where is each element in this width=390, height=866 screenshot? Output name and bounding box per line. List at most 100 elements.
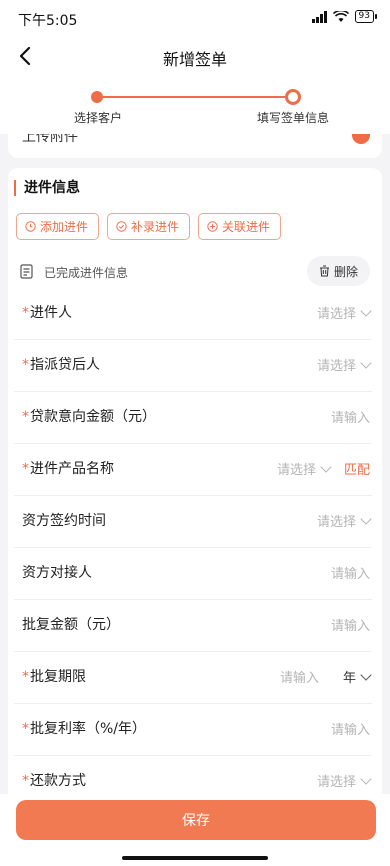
chevron-down-icon bbox=[360, 668, 372, 681]
field-label-text: 资方签约时间 bbox=[22, 513, 106, 529]
field-label: *还款方式 bbox=[22, 770, 86, 790]
completed-info-text: 已完成进件信息 bbox=[44, 266, 129, 280]
required-mark: * bbox=[22, 461, 29, 477]
signal-icon bbox=[311, 10, 327, 23]
required-mark: * bbox=[22, 409, 29, 425]
field-label: *批复利率（%/年） bbox=[22, 718, 146, 738]
field-label-text: 指派贷后人 bbox=[30, 357, 100, 373]
field-assigned-post-loan[interactable]: *指派贷后人 请选择 bbox=[14, 340, 372, 392]
field-value[interactable]: 请选择 bbox=[316, 303, 372, 322]
field-placeholder: 请输入 bbox=[330, 411, 370, 426]
battery-icon: 93 bbox=[354, 10, 378, 23]
trash-icon bbox=[319, 265, 329, 277]
field-label: 资方对接人 bbox=[22, 562, 92, 582]
footer-bar: 保存 bbox=[0, 794, 390, 866]
required-mark: * bbox=[22, 305, 29, 321]
field-applicant[interactable]: *进件人 请选择 bbox=[14, 288, 372, 340]
plus-circle-icon bbox=[207, 221, 218, 232]
field-value[interactable]: 请选择 bbox=[316, 511, 372, 530]
field-value[interactable]: 请选择 bbox=[316, 771, 372, 790]
field-label: *指派贷后人 bbox=[22, 354, 100, 374]
field-label: *批复期限 bbox=[22, 666, 86, 686]
field-placeholder: 请输入 bbox=[330, 619, 370, 634]
chevron-down-icon bbox=[360, 772, 372, 785]
required-mark: * bbox=[22, 357, 29, 373]
status-icons: 93 bbox=[311, 10, 378, 23]
field-value[interactable]: 请选择 bbox=[316, 355, 372, 374]
step-progress: 选择客户 填写签单信息 bbox=[0, 76, 390, 134]
home-indicator bbox=[122, 856, 268, 860]
supplement-application-label: 补录进件 bbox=[131, 220, 180, 234]
field-placeholder: 请选择 bbox=[316, 515, 356, 530]
status-time: 下午5:05 bbox=[18, 13, 78, 29]
required-mark: * bbox=[22, 773, 29, 789]
field-label-text: 还款方式 bbox=[30, 773, 86, 789]
link-application-button[interactable]: 关联进件 bbox=[198, 213, 282, 240]
previous-section-label: 上传附件 bbox=[22, 134, 78, 145]
chevron-down-icon bbox=[360, 512, 372, 525]
chevron-down-icon bbox=[320, 460, 332, 473]
step-2-dot bbox=[285, 89, 301, 105]
field-label-text: 资方对接人 bbox=[22, 565, 92, 581]
field-placeholder: 请选择 bbox=[276, 463, 316, 478]
step-2-label: 填写签单信息 bbox=[256, 111, 329, 125]
field-approved-term[interactable]: *批复期限 请输入 年 bbox=[14, 652, 372, 704]
step-1-dot bbox=[91, 91, 103, 103]
field-label-text: 贷款意向金额（元） bbox=[30, 409, 156, 425]
field-label: *贷款意向金额（元） bbox=[22, 406, 156, 426]
field-value[interactable]: 请输入 bbox=[331, 615, 370, 634]
field-placeholder: 请输入 bbox=[279, 671, 319, 686]
required-mark: * bbox=[22, 669, 29, 685]
completed-info-row: 已完成进件信息 删除 bbox=[20, 256, 370, 288]
wifi-icon bbox=[332, 10, 349, 22]
field-label: 批复金额（元） bbox=[22, 614, 120, 634]
application-info-card: 进件信息 添加进件 补录进件 关联进件 已完成进件信息 删除 *进件人 请选择 … bbox=[8, 168, 382, 808]
link-application-label: 关联进件 bbox=[222, 220, 271, 234]
field-funder-contact[interactable]: 资方对接人 请输入 bbox=[14, 548, 372, 600]
field-funder-sign-time[interactable]: 资方签约时间 请选择 bbox=[14, 496, 372, 548]
field-label: *进件人 bbox=[22, 302, 72, 322]
page-title: 新增签单 bbox=[162, 50, 227, 69]
action-button-row: 添加进件 补录进件 关联进件 bbox=[16, 213, 282, 240]
step-connector bbox=[97, 96, 293, 98]
field-label-text: 批复利率（%/年） bbox=[30, 721, 147, 737]
required-mark: * bbox=[22, 721, 29, 737]
nav-bar: 新增签单 bbox=[0, 36, 390, 76]
field-placeholder: 请输入 bbox=[330, 567, 370, 582]
field-value[interactable]: 请选择 匹配 bbox=[277, 459, 370, 478]
field-value[interactable]: 请输入 bbox=[331, 407, 370, 426]
chevron-down-icon bbox=[360, 304, 372, 317]
section-title: 进件信息 bbox=[14, 180, 80, 196]
field-value[interactable]: 请输入 bbox=[331, 563, 370, 582]
delete-button[interactable]: 删除 bbox=[306, 256, 370, 286]
field-loan-amount[interactable]: *贷款意向金额（元） 请输入 bbox=[14, 392, 372, 444]
field-product-name[interactable]: *进件产品名称 请选择 匹配 bbox=[14, 444, 372, 496]
field-value[interactable]: 请输入 年 bbox=[279, 667, 372, 686]
field-label-text: 进件人 bbox=[30, 305, 72, 321]
field-label-text: 批复期限 bbox=[30, 669, 86, 685]
save-button[interactable]: 保存 bbox=[16, 800, 376, 840]
add-application-button[interactable]: 添加进件 bbox=[16, 213, 100, 240]
chevron-down-icon bbox=[360, 356, 372, 369]
field-placeholder: 请选择 bbox=[316, 307, 356, 322]
field-approved-rate[interactable]: *批复利率（%/年） 请输入 bbox=[14, 704, 372, 756]
field-label: 资方签约时间 bbox=[22, 510, 106, 530]
field-approved-amount[interactable]: 批复金额（元） 请输入 bbox=[14, 600, 372, 652]
match-button[interactable]: 匹配 bbox=[344, 459, 370, 478]
status-bar: 下午5:05 93 bbox=[0, 0, 390, 36]
previous-section-card: 上传附件 bbox=[8, 134, 382, 158]
field-label-text: 进件产品名称 bbox=[30, 461, 114, 477]
clock-icon bbox=[25, 221, 36, 232]
term-unit-select[interactable]: 年 bbox=[343, 667, 356, 686]
field-placeholder: 请输入 bbox=[330, 723, 370, 738]
supplement-application-button[interactable]: 补录进件 bbox=[107, 213, 191, 240]
document-icon bbox=[20, 264, 33, 279]
delete-label: 删除 bbox=[333, 264, 358, 279]
field-placeholder: 请选择 bbox=[316, 359, 356, 374]
check-circle-icon bbox=[116, 221, 127, 232]
field-value[interactable]: 请输入 bbox=[331, 719, 370, 738]
step-1-label: 选择客户 bbox=[73, 111, 122, 125]
field-label: *进件产品名称 bbox=[22, 458, 114, 478]
field-placeholder: 请选择 bbox=[316, 775, 356, 790]
add-attachment-icon[interactable] bbox=[352, 134, 370, 144]
